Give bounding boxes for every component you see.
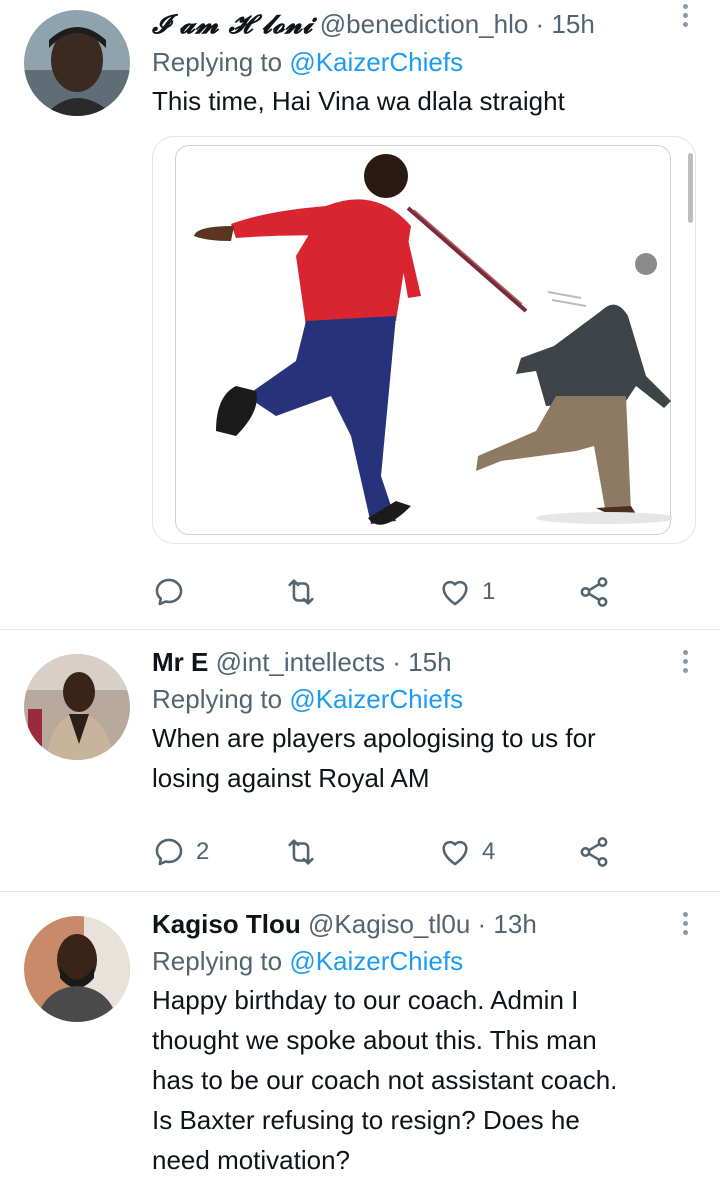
display-name[interactable]: Kagiso Tlou xyxy=(152,909,301,939)
timestamp[interactable]: · 13h xyxy=(478,909,537,939)
reply-button[interactable] xyxy=(152,572,196,612)
mention-link[interactable]: @KaizerChiefs xyxy=(289,684,463,714)
tweet-text: When are players apologising to us for l… xyxy=(152,718,680,798)
more-icon[interactable] xyxy=(680,912,690,942)
retweet-button[interactable] xyxy=(284,832,328,872)
more-icon[interactable] xyxy=(680,4,690,34)
tweet-text: This time, Hai Vina wa dlala straight xyxy=(152,86,565,116)
tweet[interactable]: Kagiso Tlou @Kagiso_tl0u · 13h Replying … xyxy=(0,892,720,1198)
tweet[interactable]: Mr E @int_intellects · 15h Replying to @… xyxy=(0,630,720,892)
avatar[interactable] xyxy=(24,10,130,116)
retweet-button[interactable] xyxy=(284,572,328,612)
tweet[interactable]: 𝓘 𝓪𝓶 𝓗 𝓵𝓸𝓷𝓲 @benediction_hlo · 15h Reply… xyxy=(0,0,720,630)
display-name[interactable]: Mr E xyxy=(152,647,208,677)
like-icon xyxy=(442,840,468,866)
tweet-actions: 2 4 xyxy=(152,832,622,872)
share-icon xyxy=(580,577,608,607)
tweet-text-line: thought we spoke about this. This man xyxy=(152,1025,597,1055)
tweet-text-line: When are players apologising to us for xyxy=(152,723,596,753)
tweet-actions: 1 xyxy=(152,572,622,612)
tweet-header: 𝓘 𝓪𝓶 𝓗 𝓵𝓸𝓷𝓲 @benediction_hlo · 15h xyxy=(152,8,680,41)
tweet-header: Kagiso Tlou @Kagiso_tl0u · 13h xyxy=(152,908,680,940)
media-illustration xyxy=(175,145,676,535)
handle[interactable]: @Kagiso_tl0u xyxy=(308,909,470,939)
timestamp[interactable]: · 15h xyxy=(392,647,451,677)
reply-count: 2 xyxy=(196,838,210,865)
tweet-text-line: has to be our coach not assistant coach. xyxy=(152,1065,618,1095)
share-icon xyxy=(580,837,608,867)
share-button[interactable] xyxy=(577,832,611,872)
more-icon[interactable] xyxy=(680,650,690,680)
reply-icon xyxy=(155,578,183,606)
handle[interactable]: @int_intellects xyxy=(216,647,385,677)
like-button[interactable]: 1 xyxy=(438,572,495,612)
share-button[interactable] xyxy=(577,572,611,612)
tweet-text-line: losing against Royal AM xyxy=(152,763,430,793)
avatar[interactable] xyxy=(24,916,130,1022)
replying-prefix: Replying to xyxy=(152,684,283,714)
media-scrollbar[interactable] xyxy=(688,153,693,223)
tweet-media[interactable] xyxy=(152,136,696,544)
like-count: 4 xyxy=(482,838,496,865)
mention-link[interactable]: @KaizerChiefs xyxy=(289,47,463,77)
like-count: 1 xyxy=(482,578,496,605)
reply-context: Replying to @KaizerChiefs xyxy=(152,682,680,716)
reply-button[interactable]: 2 xyxy=(152,832,209,872)
tweet-header: Mr E @int_intellects · 15h xyxy=(152,646,680,678)
retweet-icon xyxy=(288,579,314,605)
like-icon xyxy=(442,580,468,606)
replying-prefix: Replying to xyxy=(152,47,283,77)
like-button[interactable]: 4 xyxy=(438,832,495,872)
retweet-icon xyxy=(288,839,314,865)
display-name[interactable]: 𝓘 𝓪𝓶 𝓗 𝓵𝓸𝓷𝓲 xyxy=(152,10,313,40)
avatar[interactable] xyxy=(24,654,130,760)
tweet-text-line: Happy birthday to our coach. Admin I xyxy=(152,985,579,1015)
mention-link[interactable]: @KaizerChiefs xyxy=(289,946,463,976)
replying-prefix: Replying to xyxy=(152,946,283,976)
reply-context: Replying to @KaizerChiefs xyxy=(152,45,680,79)
reply-icon xyxy=(155,838,183,866)
handle[interactable]: @benediction_hlo xyxy=(320,9,529,39)
tweet-text-line: need motivation? xyxy=(152,1145,351,1175)
reply-context: Replying to @KaizerChiefs xyxy=(152,944,680,978)
tweet-text-line: Is Baxter refusing to resign? Does he xyxy=(152,1105,580,1135)
timestamp[interactable]: · 15h xyxy=(536,9,595,39)
tweet-text: Happy birthday to our coach. Admin I tho… xyxy=(152,980,680,1180)
